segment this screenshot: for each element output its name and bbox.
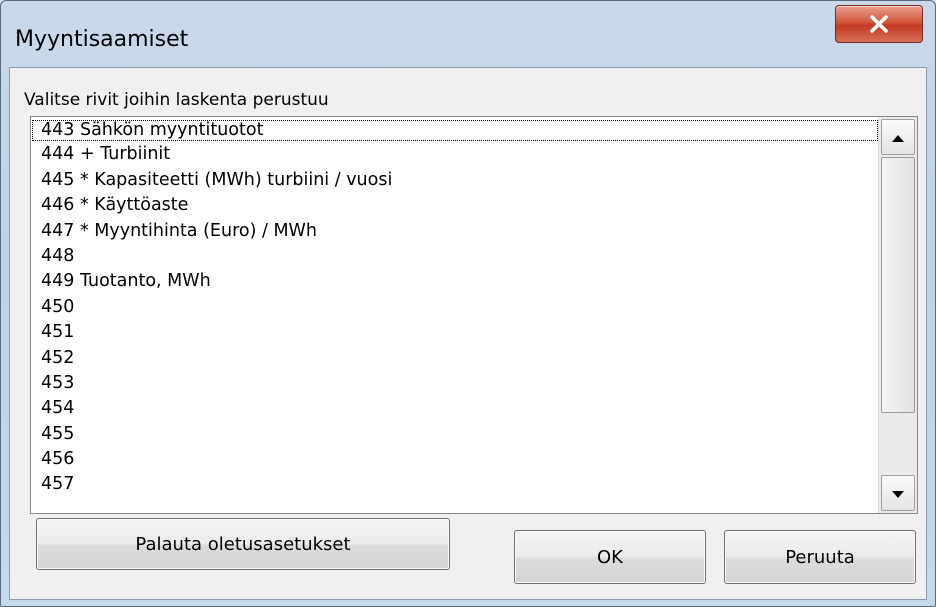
list-item[interactable]: 451 bbox=[31, 320, 879, 345]
list-item[interactable]: 446 * Käyttöaste bbox=[31, 193, 879, 218]
scroll-up-button[interactable] bbox=[881, 119, 915, 155]
arrow-down-icon bbox=[891, 484, 905, 503]
listbox-items: 443 Sähkön myyntituotot 444 + Turbiinit 44… bbox=[31, 117, 879, 498]
arrow-up-icon bbox=[891, 128, 905, 147]
list-item[interactable]: 450 bbox=[31, 295, 879, 320]
list-item[interactable]: 448 bbox=[31, 244, 879, 269]
rows-listbox[interactable]: 443 Sähkön myyntituotot 444 + Turbiinit 44… bbox=[30, 116, 918, 514]
close-x-icon bbox=[869, 15, 889, 33]
list-item[interactable]: 444 + Turbiinit bbox=[31, 142, 879, 167]
scrollbar-thumb[interactable] bbox=[881, 157, 915, 413]
list-item[interactable]: 443 Sähkön myyntituotot bbox=[31, 119, 879, 142]
list-item[interactable]: 456 bbox=[31, 447, 879, 472]
title-bar[interactable]: Myyntisaamiset bbox=[1, 1, 935, 65]
vertical-scrollbar[interactable] bbox=[878, 117, 917, 513]
list-item[interactable]: 452 bbox=[31, 346, 879, 371]
list-item[interactable]: 447 * Myyntihinta (Euro) / MWh bbox=[31, 219, 879, 244]
scroll-down-button[interactable] bbox=[881, 475, 915, 511]
reset-defaults-button[interactable]: Palauta oletusasetukset bbox=[36, 518, 450, 570]
list-item[interactable]: 457 bbox=[31, 472, 879, 497]
list-item[interactable]: 454 bbox=[31, 396, 879, 421]
list-item[interactable]: 453 bbox=[31, 371, 879, 396]
window-title: Myyntisaamiset bbox=[15, 27, 189, 52]
instruction-label: Valitse rivit joihin laskenta perustuu bbox=[24, 90, 329, 110]
close-button[interactable] bbox=[835, 5, 923, 43]
list-item[interactable]: 449 Tuotanto, MWh bbox=[31, 269, 879, 294]
list-item[interactable]: 445 * Kapasiteetti (MWh) turbiini / vuos… bbox=[31, 168, 879, 193]
list-item[interactable]: 455 bbox=[31, 422, 879, 447]
cancel-button[interactable]: Peruuta bbox=[724, 530, 916, 584]
ok-button[interactable]: OK bbox=[514, 530, 706, 584]
